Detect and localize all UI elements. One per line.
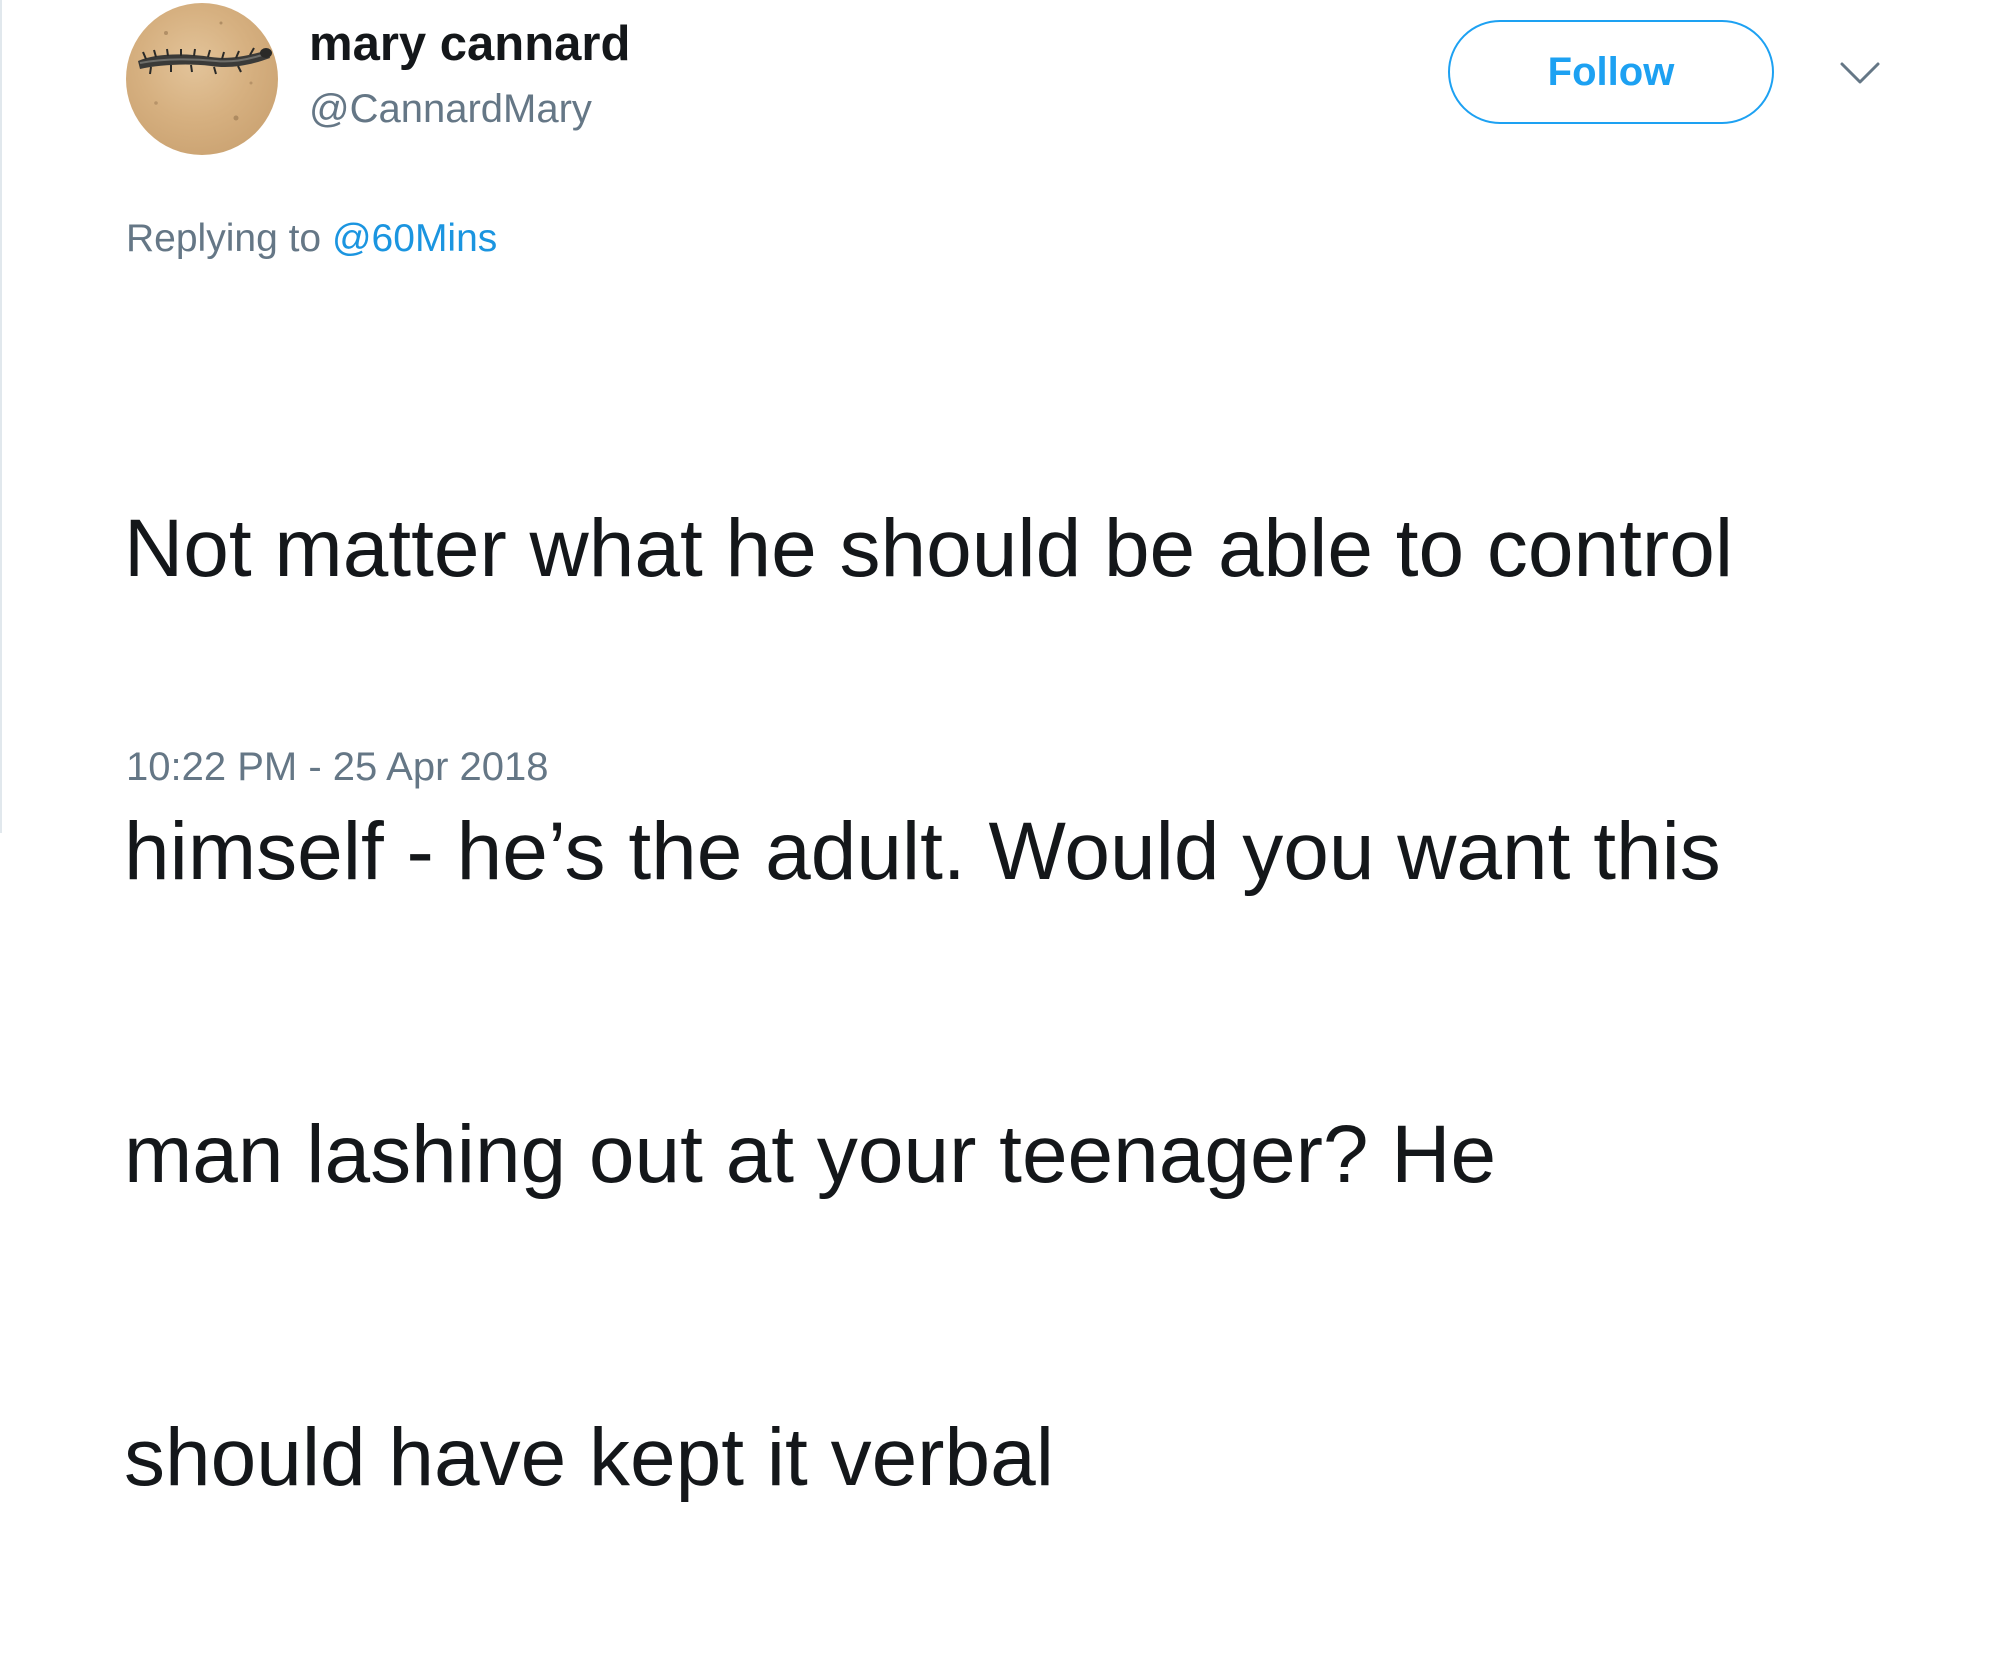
follow-button[interactable]: Follow: [1448, 20, 1774, 124]
tweet-text-line: Not matter what he should be able to con…: [124, 503, 1734, 594]
caterpillar-avatar-image: [138, 21, 272, 121]
display-name[interactable]: mary cannard: [309, 14, 630, 74]
tweet-text: Not matter what he should be able to con…: [124, 296, 1904, 1666]
avatar[interactable]: [126, 3, 278, 155]
reply-mention-link[interactable]: @60Mins: [332, 217, 497, 260]
chevron-down-icon[interactable]: [1838, 58, 1882, 88]
tweet-card: mary cannard @CannardMary Follow Replyin…: [0, 0, 2000, 1503]
screen-name[interactable]: @CannardMary: [309, 84, 592, 134]
tweet-text-line: himself - he’s the adult. Would you want…: [124, 806, 1721, 897]
reply-context-prefix: Replying to: [126, 217, 322, 260]
tweet-timestamp[interactable]: 10:22 PM - 25 Apr 2018: [126, 742, 549, 792]
tweet-text-line: man lashing out at your teenager? He: [124, 1109, 1497, 1200]
reply-context: Replying to @60Mins: [126, 214, 497, 264]
tweet-text-line: should have kept it verbal: [124, 1412, 1054, 1503]
